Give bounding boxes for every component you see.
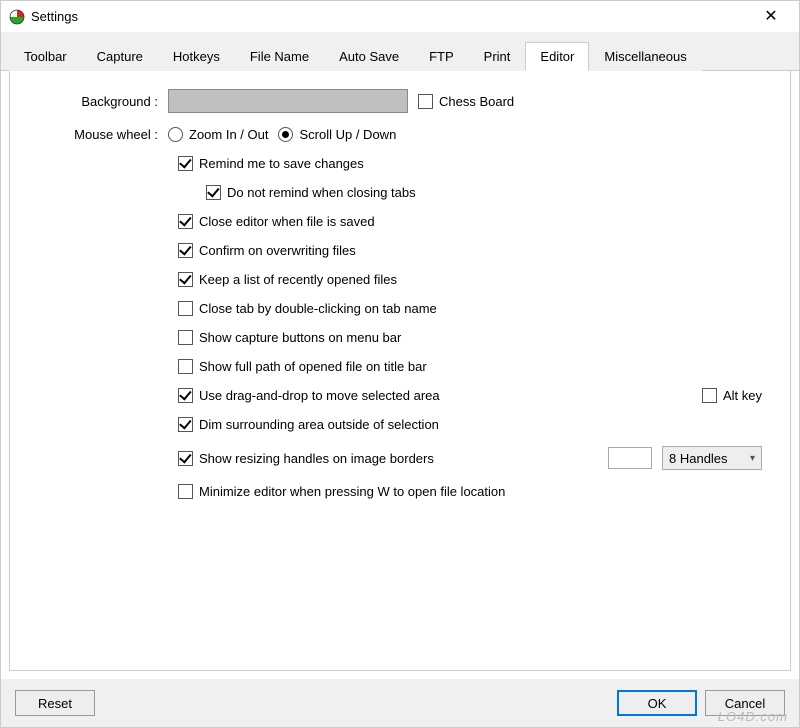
remind-save-label: Remind me to save changes [199, 156, 364, 171]
tab-strip: Toolbar Capture Hotkeys File Name Auto S… [1, 33, 799, 71]
no-remind-tabs-row: Do not remind when closing tabs [178, 185, 762, 200]
confirm-overwrite-row: Confirm on overwriting files [178, 243, 762, 258]
keep-recent-row: Keep a list of recently opened files [178, 272, 762, 287]
checkbox-icon [178, 243, 193, 258]
tab-print[interactable]: Print [469, 42, 526, 71]
tab-toolbar[interactable]: Toolbar [9, 42, 82, 71]
checkbox-icon [178, 451, 193, 466]
app-icon [9, 9, 25, 25]
radio-icon [168, 127, 183, 142]
chess-board-checkbox[interactable]: Chess Board [418, 94, 514, 109]
editor-panel: Background : Chess Board Mouse wheel : Z… [9, 71, 791, 671]
checkbox-icon [178, 359, 193, 374]
close-on-save-checkbox[interactable]: Close editor when file is saved [178, 214, 375, 229]
use-drag-drop-checkbox[interactable]: Use drag-and-drop to move selected area [178, 388, 440, 403]
close-tab-dblclick-checkbox[interactable]: Close tab by double-clicking on tab name [178, 301, 437, 316]
checkbox-icon [418, 94, 433, 109]
tab-file-name[interactable]: File Name [235, 42, 324, 71]
minimize-editor-label: Minimize editor when pressing W to open … [199, 484, 505, 499]
mouse-wheel-scroll-label: Scroll Up / Down [299, 127, 396, 142]
checkbox-icon [178, 272, 193, 287]
checkbox-icon [178, 330, 193, 345]
alt-key-label: Alt key [723, 388, 762, 403]
confirm-overwrite-checkbox[interactable]: Confirm on overwriting files [178, 243, 356, 258]
chess-board-label: Chess Board [439, 94, 514, 109]
titlebar: Settings ✕ [1, 1, 799, 33]
no-remind-tabs-label: Do not remind when closing tabs [227, 185, 416, 200]
checkbox-icon [178, 301, 193, 316]
keep-recent-label: Keep a list of recently opened files [199, 272, 397, 287]
show-full-path-label: Show full path of opened file on title b… [199, 359, 427, 374]
mouse-wheel-label: Mouse wheel : [38, 127, 168, 142]
use-drag-drop-label: Use drag-and-drop to move selected area [199, 388, 440, 403]
window-title: Settings [31, 9, 751, 24]
checkbox-icon [702, 388, 717, 403]
show-full-path-checkbox[interactable]: Show full path of opened file on title b… [178, 359, 427, 374]
background-label: Background : [38, 94, 168, 109]
button-bar: Reset OK Cancel [1, 679, 799, 727]
checkbox-icon [178, 417, 193, 432]
dim-surrounding-checkbox[interactable]: Dim surrounding area outside of selectio… [178, 417, 439, 432]
show-capture-buttons-checkbox[interactable]: Show capture buttons on menu bar [178, 330, 401, 345]
checkbox-icon [178, 388, 193, 403]
close-on-save-label: Close editor when file is saved [199, 214, 375, 229]
show-resizing-handles-label: Show resizing handles on image borders [199, 451, 434, 466]
chevron-down-icon: ▾ [750, 453, 755, 464]
show-capture-buttons-row: Show capture buttons on menu bar [178, 330, 762, 345]
option-list: Remind me to save changes Do not remind … [38, 156, 762, 499]
close-tab-dblclick-label: Close tab by double-clicking on tab name [199, 301, 437, 316]
dim-surrounding-label: Dim surrounding area outside of selectio… [199, 417, 439, 432]
use-drag-drop-row: Use drag-and-drop to move selected area … [178, 388, 762, 403]
handles-combo[interactable]: 8 Handles ▾ [662, 446, 762, 470]
close-button[interactable]: ✕ [751, 1, 791, 32]
background-row: Background : Chess Board [38, 89, 762, 113]
checkbox-icon [178, 484, 193, 499]
checkbox-icon [206, 185, 221, 200]
mouse-wheel-zoom-label: Zoom In / Out [189, 127, 268, 142]
minimize-editor-row: Minimize editor when pressing W to open … [178, 484, 762, 499]
show-resizing-handles-checkbox[interactable]: Show resizing handles on image borders [178, 451, 434, 466]
checkbox-icon [178, 156, 193, 171]
tab-capture[interactable]: Capture [82, 42, 158, 71]
mouse-wheel-scroll-radio[interactable]: Scroll Up / Down [278, 127, 396, 142]
tab-miscellaneous[interactable]: Miscellaneous [589, 42, 701, 71]
keep-recent-checkbox[interactable]: Keep a list of recently opened files [178, 272, 397, 287]
alt-key-checkbox[interactable]: Alt key [702, 388, 762, 403]
settings-window: Settings ✕ Toolbar Capture Hotkeys File … [0, 0, 800, 728]
mouse-wheel-row: Mouse wheel : Zoom In / Out Scroll Up / … [38, 127, 762, 142]
no-remind-tabs-checkbox[interactable]: Do not remind when closing tabs [206, 185, 416, 200]
radio-icon [278, 127, 293, 142]
show-full-path-row: Show full path of opened file on title b… [178, 359, 762, 374]
close-on-save-row: Close editor when file is saved [178, 214, 762, 229]
dim-surrounding-row: Dim surrounding area outside of selectio… [178, 417, 762, 432]
checkbox-icon [178, 214, 193, 229]
close-tab-dblclick-row: Close tab by double-clicking on tab name [178, 301, 762, 316]
tab-editor[interactable]: Editor [525, 42, 589, 71]
cancel-button[interactable]: Cancel [705, 690, 785, 716]
show-resizing-handles-row: Show resizing handles on image borders 8… [178, 446, 762, 470]
tab-auto-save[interactable]: Auto Save [324, 42, 414, 71]
remind-save-row: Remind me to save changes [178, 156, 762, 171]
reset-button[interactable]: Reset [15, 690, 95, 716]
close-icon: ✕ [764, 9, 777, 25]
minimize-editor-checkbox[interactable]: Minimize editor when pressing W to open … [178, 484, 505, 499]
tab-hotkeys[interactable]: Hotkeys [158, 42, 235, 71]
background-color-swatch[interactable] [168, 89, 408, 113]
handles-combo-value: 8 Handles [669, 451, 728, 466]
mouse-wheel-zoom-radio[interactable]: Zoom In / Out [168, 127, 268, 142]
show-capture-buttons-label: Show capture buttons on menu bar [199, 330, 401, 345]
remind-save-checkbox[interactable]: Remind me to save changes [178, 156, 364, 171]
handles-input[interactable] [608, 447, 652, 469]
confirm-overwrite-label: Confirm on overwriting files [199, 243, 356, 258]
tab-ftp[interactable]: FTP [414, 42, 469, 71]
ok-button[interactable]: OK [617, 690, 697, 716]
